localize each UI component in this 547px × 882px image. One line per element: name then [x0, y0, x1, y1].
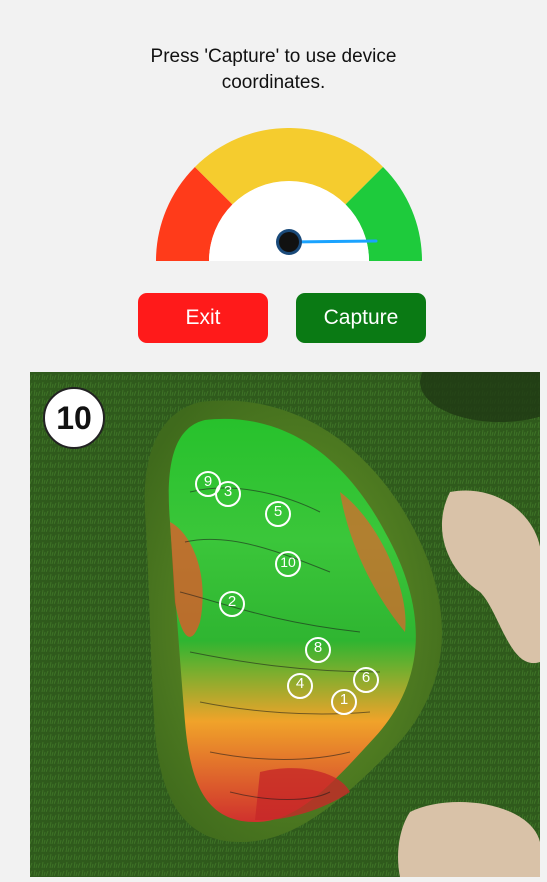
gauge-needle [287, 239, 378, 244]
capture-button[interactable]: Capture [296, 293, 426, 343]
instructions-line-1: Press 'Capture' to use device [150, 46, 397, 67]
pin-label-4: 4 [295, 675, 305, 692]
instructions-text: Press 'Capture' to use device coordinate… [0, 44, 547, 96]
pin-label-8: 8 [313, 639, 323, 656]
pin-label-1: 1 [339, 691, 349, 708]
accuracy-gauge [156, 128, 422, 261]
green-map[interactable]: 10 9 3 5 10 2 8 4 6 1 [30, 372, 540, 877]
pin-label-10: 10 [280, 554, 296, 570]
pin-label-2: 2 [227, 593, 237, 610]
pin-label-5: 5 [273, 503, 283, 520]
exit-button[interactable]: Exit [138, 293, 268, 343]
green-map-graphic [30, 372, 540, 877]
pin-label-3: 3 [223, 483, 233, 500]
hole-number: 10 [56, 400, 92, 436]
instructions-line-2: coordinates. [221, 72, 326, 93]
pin-label-6: 6 [361, 669, 371, 686]
pin-label-9: 9 [203, 473, 213, 490]
